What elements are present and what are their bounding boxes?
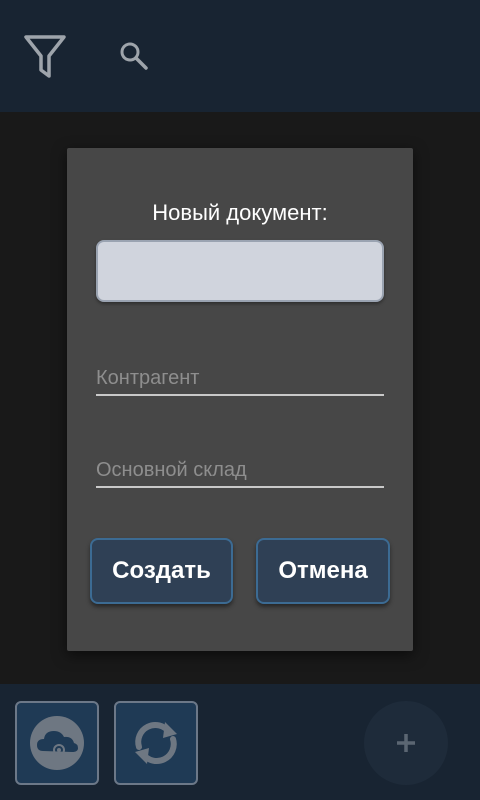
cloud-sync-icon: [30, 716, 84, 770]
document-name-input[interactable]: [96, 240, 384, 302]
filter-button[interactable]: [22, 32, 68, 80]
filter-icon: [24, 35, 66, 78]
search-icon: [120, 42, 148, 70]
bottom-bar: [0, 684, 480, 800]
top-app-bar: [0, 0, 480, 112]
add-button[interactable]: [364, 701, 448, 785]
plus-icon: [397, 734, 415, 752]
dialog-title: Новый документ:: [152, 200, 328, 225]
create-button[interactable]: Создать: [90, 538, 233, 604]
refresh-icon: [135, 722, 177, 764]
contractor-field[interactable]: [96, 362, 384, 396]
new-document-dialog: Новый документ: Создать Отмена: [67, 148, 413, 651]
cloud-sync-button[interactable]: [15, 701, 99, 785]
refresh-button[interactable]: [114, 701, 198, 785]
search-button[interactable]: [116, 38, 152, 74]
warehouse-field[interactable]: [96, 454, 384, 488]
cancel-button[interactable]: Отмена: [256, 538, 390, 604]
